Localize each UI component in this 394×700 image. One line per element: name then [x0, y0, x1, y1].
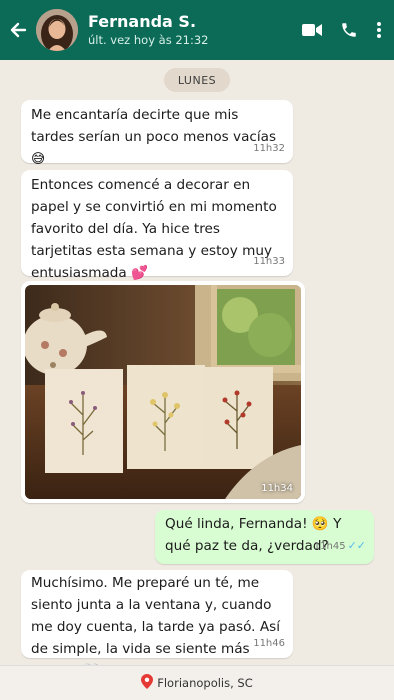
more-options-icon[interactable] [376, 21, 382, 39]
message-time: 11h33 [253, 256, 285, 267]
message-text: Entonces comencé a decorar en papel y se… [31, 177, 277, 281]
message-outgoing[interactable]: Qué linda, Fernanda! 🥺 Y qué paz te da, … [155, 510, 374, 564]
message-time: 11h45 [313, 541, 346, 552]
location-label: Florianopolis, SC [157, 676, 253, 690]
message-incoming[interactable]: Me encantaría decirte que mis tardes ser… [21, 100, 293, 167]
video-call-icon[interactable] [302, 23, 322, 37]
message-text: Me encantaría decirte que mis tardes ser… [31, 107, 277, 167]
chat-area[interactable]: LUNES Me encantaría decirte que mis tard… [0, 60, 394, 679]
message-status: 11h45 ✓✓ [314, 535, 366, 558]
message-time: 11h32 [253, 143, 285, 154]
contact-info[interactable]: Fernanda S. últ. vez hoy às 21:32 [88, 12, 302, 48]
last-seen-status: últ. vez hoy às 21:32 [88, 33, 209, 48]
phone-call-icon[interactable] [340, 21, 358, 39]
avatar[interactable] [36, 9, 78, 51]
location-footer[interactable]: Florianopolis, SC [0, 665, 394, 700]
location-pin-icon [141, 674, 154, 692]
message-incoming[interactable]: Entonces comencé a decorar en papel y se… [21, 170, 293, 281]
day-divider: LUNES [164, 68, 230, 92]
image-message[interactable]: 11h34 [21, 281, 305, 503]
contact-name: Fernanda S. [88, 12, 197, 31]
message-time: 11h34 [261, 483, 293, 494]
message-incoming[interactable]: Muchísimo. Me preparé un té, me siento j… [21, 570, 293, 679]
back-arrow-icon[interactable] [0, 0, 36, 60]
chat-header: Fernanda S. últ. vez hoy às 21:32 [0, 0, 394, 60]
message-time: 11h46 [253, 638, 285, 649]
embroidered-cards-photo[interactable] [25, 285, 301, 499]
double-check-icon: ✓✓ [347, 539, 366, 552]
